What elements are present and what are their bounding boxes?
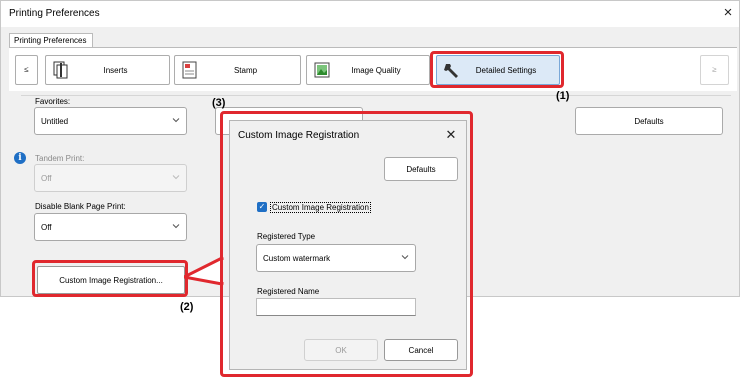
callout-ring-1 xyxy=(430,51,564,88)
tandem-print-label: Tandem Print: xyxy=(35,154,85,163)
tab-printing-preferences[interactable]: Printing Preferences xyxy=(9,33,93,48)
callout-label-2: (2) xyxy=(180,301,194,313)
favorites-label: Favorites: xyxy=(35,97,71,106)
tandem-print-value: Off xyxy=(41,174,52,183)
title-bar: Printing Preferences × xyxy=(1,1,739,27)
chevron-down-icon xyxy=(172,222,180,230)
registered-type-select[interactable]: Custom watermark xyxy=(256,244,416,272)
divider xyxy=(21,95,731,96)
callout-label-3: (3) xyxy=(212,97,226,109)
tab-inserts[interactable]: Inserts xyxy=(45,55,170,85)
ok-button[interactable]: OK xyxy=(304,339,378,361)
registered-name-label: Registered Name xyxy=(257,287,320,296)
tab-scroll-right-button[interactable]: ≥ xyxy=(700,55,729,85)
tab-stamp-label: Stamp xyxy=(233,66,258,75)
tab-image-quality[interactable]: Image Quality xyxy=(306,55,430,85)
favorites-select[interactable]: Untitled xyxy=(34,107,187,135)
chevron-down-icon xyxy=(401,253,409,261)
tab-inserts-label: Inserts xyxy=(103,66,128,75)
registered-type-value: Custom watermark xyxy=(263,254,331,263)
cancel-button[interactable]: Cancel xyxy=(384,339,458,361)
tandem-print-select: Off xyxy=(34,164,187,192)
tab-stamp[interactable]: Stamp xyxy=(174,55,301,85)
favorites-value: Untitled xyxy=(41,117,69,126)
chevron-down-icon xyxy=(172,173,180,181)
disable-blank-page-select[interactable]: Off xyxy=(34,213,187,241)
callout-ring-2 xyxy=(32,260,188,297)
tab-scroll-left-button[interactable]: ≤ xyxy=(15,55,38,85)
info-icon: i xyxy=(14,152,26,164)
window-title: Printing Preferences xyxy=(9,8,100,19)
tab-image-quality-label: Image Quality xyxy=(351,66,401,75)
dialog-defaults-button[interactable]: Defaults xyxy=(384,157,458,181)
callout-label-1: (1) xyxy=(556,90,570,102)
custom-image-registration-checkbox-label[interactable]: Custom Image Registration xyxy=(270,202,371,213)
close-icon[interactable]: × xyxy=(719,4,737,22)
custom-image-registration-checkbox[interactable]: ✓ xyxy=(257,202,267,212)
dialog-title: Custom Image Registration xyxy=(238,130,360,141)
close-icon[interactable]: ✕ xyxy=(443,127,459,143)
chevron-down-icon xyxy=(172,116,180,124)
defaults-button[interactable]: Defaults xyxy=(575,107,723,135)
custom-image-registration-dialog: Custom Image Registration ✕ Defaults ✓ C… xyxy=(229,120,467,370)
registered-type-label: Registered Type xyxy=(257,232,316,241)
disable-blank-page-value: Off xyxy=(41,223,52,232)
disable-blank-page-label: Disable Blank Page Print: xyxy=(35,202,126,211)
registered-name-input[interactable] xyxy=(256,298,416,316)
